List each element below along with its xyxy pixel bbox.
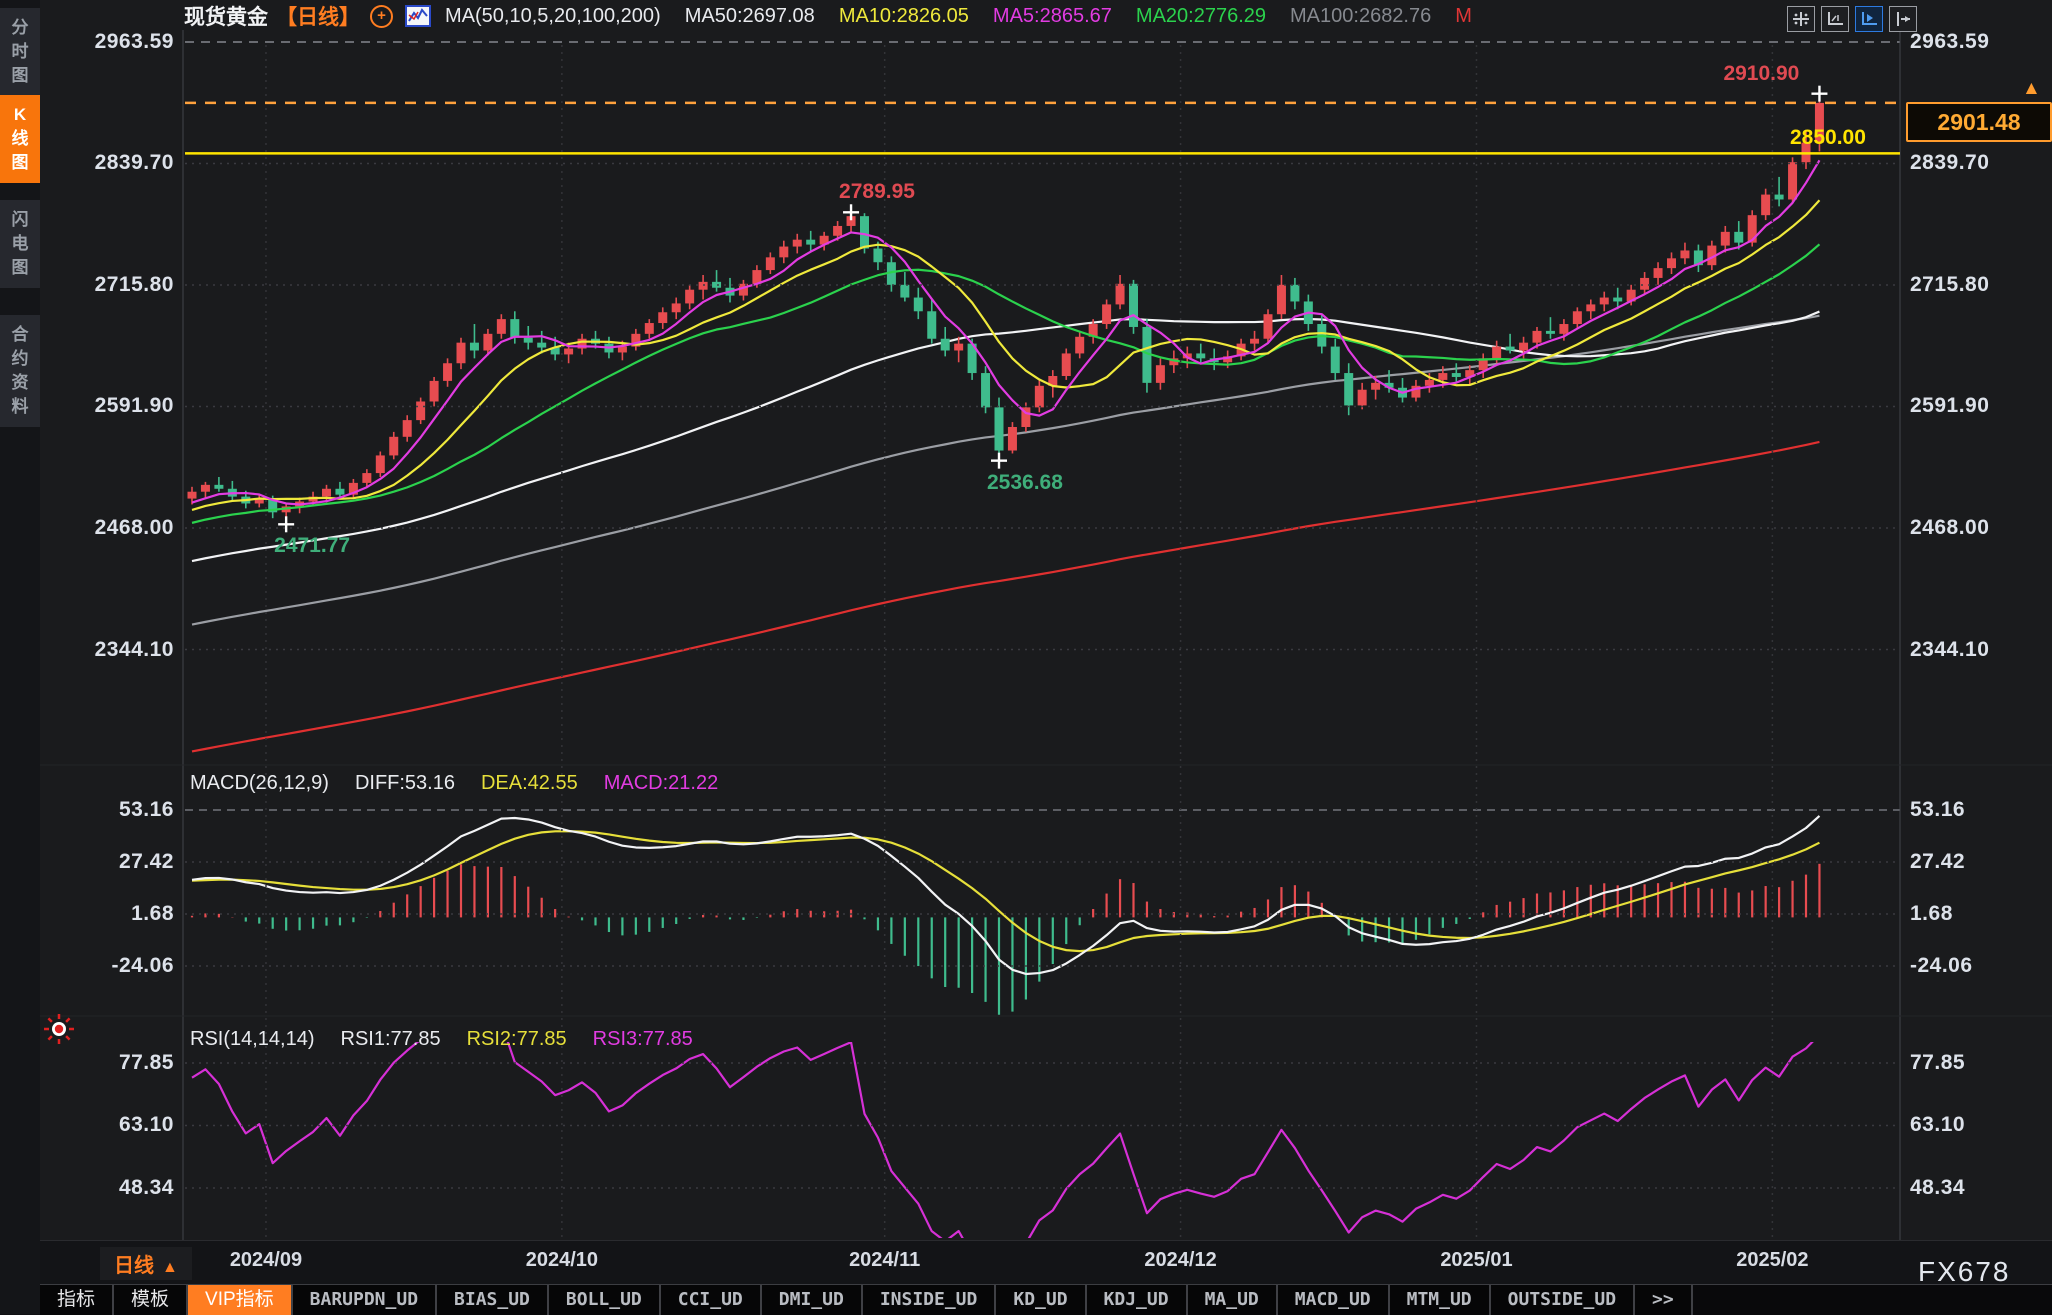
- indicator-tab-bias_ud[interactable]: BIAS_UD: [437, 1285, 549, 1315]
- macd-diff-value: DIFF:53.16: [355, 772, 455, 795]
- alert-line-label: 2850.00: [1790, 126, 1866, 150]
- rsi1-value: RSI1:77.85: [341, 1028, 441, 1051]
- indicator-tab-cci_ud[interactable]: CCI_UD: [661, 1285, 762, 1315]
- sidebar-item-3[interactable]: 闪电图: [0, 200, 40, 288]
- ma-value: MA5:2865.67: [993, 5, 1112, 27]
- candlestick-chart[interactable]: [0, 0, 2052, 1314]
- watermark: FX678: [1918, 1256, 2011, 1288]
- axis-label-left: 2715.80: [36, 273, 174, 297]
- price-annotation: 2910.90: [1723, 62, 1799, 86]
- date-label: 2025/01: [1406, 1249, 1546, 1272]
- ma-value: MA10:2826.05: [839, 5, 969, 27]
- mini-chart-icon[interactable]: [405, 5, 431, 27]
- trading-app: 分时图K线图闪电图合约资料 现货黄金 【日线】 + MA(50,10,5,20,…: [0, 0, 2052, 1314]
- axis-label-right: 63.10: [1910, 1113, 2050, 1137]
- indicator-tab-[interactable]: 指标: [40, 1285, 114, 1315]
- indicator-tab-macd_ud[interactable]: MACD_UD: [1278, 1285, 1390, 1315]
- indicator-tab-[interactable]: >>: [1635, 1285, 1693, 1315]
- axis-label-left: 2591.90: [36, 394, 174, 418]
- axis-shift-icon[interactable]: [1889, 6, 1917, 32]
- axis-label-left: 2344.10: [36, 638, 174, 662]
- period-up-arrow-icon: ▲: [162, 1259, 178, 1276]
- sidebar-item-4[interactable]: 合约资料: [0, 315, 40, 427]
- axis-label-left: 2839.70: [36, 151, 174, 175]
- chart-header: 现货黄金 【日线】 + MA(50,10,5,20,100,200) MA50:…: [184, 3, 1472, 29]
- axis-label-left: 27.42: [36, 850, 174, 874]
- move-icon[interactable]: [1787, 6, 1815, 32]
- axis-label-right: 2963.59: [1910, 30, 2050, 54]
- current-price-tag: 2901.48: [1906, 102, 2052, 142]
- indicator-tab-outside_ud[interactable]: OUTSIDE_UD: [1491, 1285, 1635, 1315]
- symbol-name: 现货黄金: [184, 1, 268, 31]
- period-tag: 【日线】: [276, 1, 360, 31]
- macd-label-row: MACD(26,12,9) DIFF:53.16 DEA:42.55 MACD:…: [190, 772, 744, 795]
- rsi-title: RSI(14,14,14): [190, 1028, 315, 1051]
- axis-label-right: -24.06: [1910, 954, 2050, 978]
- macd-title: MACD(26,12,9): [190, 772, 329, 795]
- axis-label-right: 77.85: [1910, 1051, 2050, 1075]
- ma-value: MA50:2697.08: [685, 5, 815, 27]
- macd-macd-value: MACD:21.22: [604, 772, 719, 795]
- date-axis: 日线 ▲ 2024/09 2024/10 2024/11 2024/12 2025/01 2…: [40, 1240, 2052, 1285]
- axis-label-left: 53.16: [36, 798, 174, 822]
- live-indicator-icon: [44, 1014, 74, 1044]
- price-annotation: 2471.77: [274, 534, 350, 558]
- axis-label-left: -24.06: [36, 954, 174, 978]
- date-label: 2024/12: [1111, 1249, 1251, 1272]
- date-label: 2024/09: [196, 1249, 336, 1272]
- indicator-tab-mtm_ud[interactable]: MTM_UD: [1390, 1285, 1491, 1315]
- axis-label-right: 48.34: [1910, 1176, 2050, 1200]
- indicator-tab-[interactable]: 模板: [114, 1285, 188, 1315]
- date-label: 2025/02: [1702, 1249, 1842, 1272]
- ma-config-label: MA(50,10,5,20,100,200): [445, 5, 661, 28]
- axis-label-left: 2468.00: [36, 516, 174, 540]
- sidebar-item-1[interactable]: 分时图: [0, 8, 40, 96]
- ma-values: MA50:2697.08 MA10:2826.05 MA5:2865.67 MA20:…: [661, 5, 1472, 28]
- axis-label-left: 2963.59: [36, 30, 174, 54]
- indicator-tab-boll_ud[interactable]: BOLL_UD: [549, 1285, 661, 1315]
- axis-scale-icon[interactable]: [1821, 6, 1849, 32]
- indicator-tab-inside_ud[interactable]: INSIDE_UD: [863, 1285, 997, 1315]
- axis-label-right: 1.68: [1910, 902, 2050, 926]
- price-annotation: 2789.95: [839, 180, 915, 204]
- price-arrow-icon: ▲: [2022, 78, 2041, 100]
- axis-label-left: 48.34: [36, 1176, 174, 1200]
- date-label: 2024/10: [492, 1249, 632, 1272]
- macd-dea-value: DEA:42.55: [481, 772, 578, 795]
- price-annotation: 2536.68: [987, 471, 1063, 495]
- indicator-tab-kdj_ud[interactable]: KDJ_UD: [1087, 1285, 1188, 1315]
- rsi-label-row: RSI(14,14,14) RSI1:77.85 RSI2:77.85 RSI3…: [190, 1028, 719, 1051]
- indicator-tab-ma_ud[interactable]: MA_UD: [1188, 1285, 1278, 1315]
- indicator-tab-kd_ud[interactable]: KD_UD: [996, 1285, 1086, 1315]
- axis-label-left: 63.10: [36, 1113, 174, 1137]
- indicator-tab-dmi_ud[interactable]: DMI_UD: [762, 1285, 863, 1315]
- period-selector[interactable]: 日线 ▲: [100, 1247, 192, 1280]
- ma-value: M: [1455, 5, 1472, 27]
- period-selector-label: 日线: [114, 1255, 154, 1277]
- ma-value: MA100:2682.76: [1290, 5, 1431, 27]
- axis-label-right: 2591.90: [1910, 394, 2050, 418]
- chart-toolbar: [1787, 6, 1917, 32]
- rsi3-value: RSI3:77.85: [593, 1028, 693, 1051]
- axis-label-left: 77.85: [36, 1051, 174, 1075]
- sidebar-item-2[interactable]: K线图: [0, 95, 40, 183]
- axis-label-right: 2715.80: [1910, 273, 2050, 297]
- ma-value: MA20:2776.29: [1136, 5, 1266, 27]
- axis-label-right: 27.42: [1910, 850, 2050, 874]
- axis-label-right: 53.16: [1910, 798, 2050, 822]
- axis-auto-icon[interactable]: [1855, 6, 1883, 32]
- axis-label-right: 2468.00: [1910, 516, 2050, 540]
- date-label: 2024/11: [815, 1249, 955, 1272]
- sidebar: 分时图K线图闪电图合约资料: [0, 0, 40, 1314]
- indicator-tab-bar: 指标模板VIP指标BARUPDN_UDBIAS_UDBOLL_UDCCI_UDD…: [40, 1284, 2052, 1315]
- axis-label-left: 1.68: [36, 902, 174, 926]
- axis-label-right: 2344.10: [1910, 638, 2050, 662]
- axis-label-right: 2839.70: [1910, 151, 2050, 175]
- add-overlay-icon[interactable]: +: [370, 5, 393, 28]
- indicator-tab-barupdn_ud[interactable]: BARUPDN_UD: [293, 1285, 437, 1315]
- rsi2-value: RSI2:77.85: [467, 1028, 567, 1051]
- indicator-tab-vip[interactable]: VIP指标: [188, 1285, 293, 1315]
